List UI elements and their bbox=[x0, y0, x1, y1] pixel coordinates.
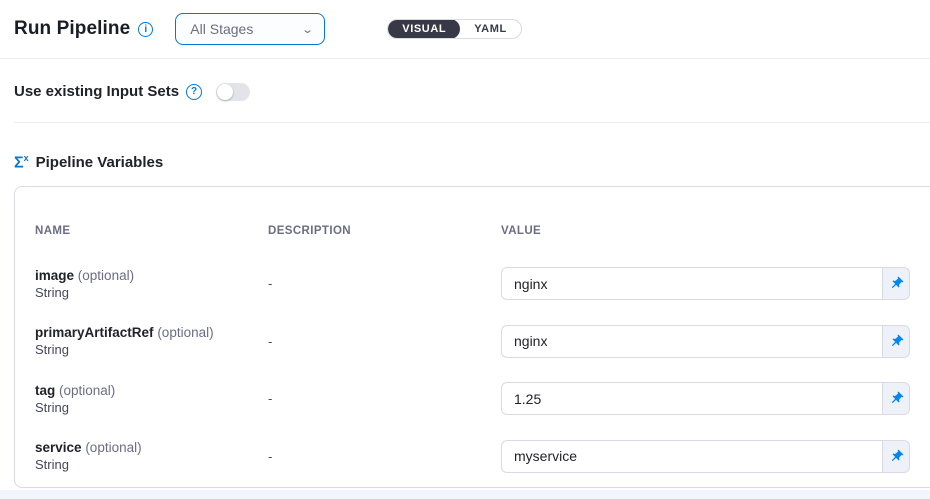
variable-description: - bbox=[268, 391, 501, 406]
pin-button[interactable] bbox=[882, 382, 910, 415]
column-header-value: VALUE bbox=[501, 225, 911, 237]
value-input-group bbox=[501, 440, 910, 473]
optional-label: (optional) bbox=[78, 268, 134, 283]
table-row-image: image (optional) String - bbox=[35, 255, 930, 313]
input-sets-toggle[interactable] bbox=[216, 83, 250, 101]
table-row-service: service (optional) String - bbox=[35, 428, 930, 486]
pin-button[interactable] bbox=[882, 267, 910, 300]
stage-selector-dropdown[interactable]: All Stages ⌄ bbox=[175, 13, 325, 45]
variable-name-cell: service (optional) String bbox=[35, 439, 268, 473]
variable-name-cell: primaryArtifactRef (optional) String bbox=[35, 324, 268, 358]
tab-visual[interactable]: VISUAL bbox=[388, 19, 460, 39]
modal-footer-strip bbox=[0, 490, 930, 499]
page-title: Run Pipeline bbox=[14, 18, 130, 40]
value-input-group bbox=[501, 382, 910, 415]
variable-name-cell: tag (optional) String bbox=[35, 382, 268, 416]
section-title-text: Pipeline Variables bbox=[36, 154, 164, 171]
info-icon[interactable]: i bbox=[138, 22, 153, 37]
variable-type: String bbox=[35, 284, 268, 301]
variable-type: String bbox=[35, 399, 268, 416]
variable-type: String bbox=[35, 341, 268, 358]
value-input-group bbox=[501, 325, 910, 358]
optional-label: (optional) bbox=[157, 325, 213, 340]
pushpin-icon bbox=[889, 334, 904, 349]
optional-label: (optional) bbox=[85, 440, 141, 455]
variable-type: String bbox=[35, 456, 268, 473]
pushpin-icon bbox=[889, 391, 904, 406]
pin-button[interactable] bbox=[882, 440, 910, 473]
variable-name-cell: image (optional) String bbox=[35, 267, 268, 301]
input-sets-label: Use existing Input Sets bbox=[14, 83, 179, 100]
value-input-group bbox=[501, 267, 910, 300]
table-header-row: NAME DESCRIPTION VALUE bbox=[15, 187, 930, 237]
chevron-down-icon: ⌄ bbox=[301, 23, 314, 36]
variable-name: tag bbox=[35, 383, 55, 398]
table-row-tag: tag (optional) String - bbox=[35, 370, 930, 428]
stage-selector-value: All Stages bbox=[190, 21, 253, 37]
tab-yaml[interactable]: YAML bbox=[460, 19, 521, 39]
question-circle-icon[interactable]: ? bbox=[186, 84, 202, 100]
visual-yaml-toggle: VISUAL YAML bbox=[387, 19, 522, 39]
variable-name: service bbox=[35, 440, 82, 455]
variable-description: - bbox=[268, 334, 501, 349]
value-input-service[interactable] bbox=[501, 440, 882, 473]
variable-description: - bbox=[268, 276, 501, 291]
variable-name: primaryArtifactRef bbox=[35, 325, 154, 340]
pushpin-icon bbox=[889, 449, 904, 464]
divider bbox=[14, 122, 930, 123]
variable-description: - bbox=[268, 449, 501, 464]
run-pipeline-header: Run Pipeline i All Stages ⌄ VISUAL YAML bbox=[0, 0, 930, 59]
optional-label: (optional) bbox=[59, 383, 115, 398]
pushpin-icon bbox=[889, 276, 904, 291]
table-body: image (optional) String - primaryArtifac… bbox=[15, 255, 930, 485]
input-sets-row: Use existing Input Sets ? bbox=[0, 60, 930, 123]
table-row-primaryartifactref: primaryArtifactRef (optional) String - bbox=[35, 313, 930, 371]
pin-button[interactable] bbox=[882, 325, 910, 358]
pipeline-variables-header: Σx Pipeline Variables bbox=[14, 153, 163, 172]
column-header-description: DESCRIPTION bbox=[268, 225, 501, 237]
pipeline-variables-card: NAME DESCRIPTION VALUE image (optional) … bbox=[14, 186, 930, 488]
toggle-knob bbox=[217, 84, 233, 100]
column-header-name: NAME bbox=[35, 225, 268, 237]
variable-name: image bbox=[35, 268, 74, 283]
value-input-primaryartifactref[interactable] bbox=[501, 325, 882, 358]
sigma-x-icon: Σx bbox=[14, 153, 29, 172]
value-input-tag[interactable] bbox=[501, 382, 882, 415]
value-input-image[interactable] bbox=[501, 267, 882, 300]
